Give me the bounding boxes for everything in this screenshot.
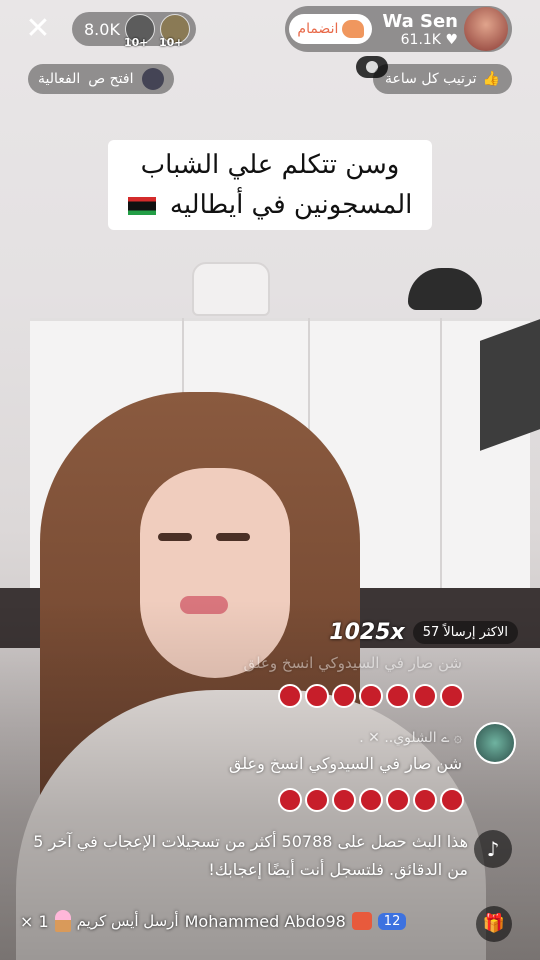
pot [192,262,270,316]
ice-cream-icon [54,910,71,932]
viewer-count: 8.0K [84,19,120,39]
gift-sender-name[interactable]: Mohammed Abdo98 [185,912,346,931]
red-circle-icon [386,788,410,812]
gift-message-bar: × 1 أرسل أيس كريم Mohammed Abdo98 12 [20,906,466,936]
host-name: Wa Sen [382,10,458,32]
heart-icon: ♥ [445,31,458,48]
red-circle-icon [278,684,302,708]
stream-caption: وسن تتكلم علي الشباب المسجونين في أيطالي… [108,140,432,230]
cabinet-seam [440,318,442,590]
red-circle-icon [359,684,383,708]
viewer-avatar[interactable]: 10+ [124,14,155,49]
caption-line: وسن تتكلم علي الشباب [140,150,400,180]
viewer-count-pill[interactable]: 8.0K 10+ 10+ [72,12,196,49]
activity-icon [141,68,164,90]
gift-multiplier: × 1 [20,911,49,931]
red-circle-icon [440,684,464,708]
top-sender-badge[interactable]: 57 الاكثر إرسالاً [412,620,518,644]
red-dots-row [278,684,464,708]
hourly-ranking[interactable]: ترتيب كل ساعة 👍 [373,64,512,94]
red-circle-icon [386,684,410,708]
join-button[interactable]: انضمام [289,14,373,44]
gift-box-icon[interactable]: 🎁 [476,906,512,942]
gift-combo: 1025x 57 الاكثر إرسالاً [329,618,518,646]
caption-text: المسجونين في أيطاليه [169,190,413,220]
red-circle-icon [413,684,437,708]
red-circle-icon [332,788,356,812]
commenter-avatar[interactable] [474,722,516,764]
streamer-eye [158,533,192,541]
red-circle-icon [440,788,464,812]
activity-label: الفعالية [38,71,81,87]
red-circle-icon [305,788,329,812]
host-likes-count: 61.1K [400,31,441,48]
viewer-avatar[interactable]: 10+ [159,14,190,49]
red-circle-icon [305,684,329,708]
hourly-rank-label: ترتيب كل ساعة [385,71,477,87]
viewer-badge: 10+ [158,36,184,49]
gift-combo-count: 1025x [329,619,405,645]
host-names: Wa Sen 61.1K ♥ [382,11,458,48]
hearts-icon [342,20,365,38]
red-circle-icon [332,684,356,708]
red-circle-icon [278,788,302,812]
thumb-icon: 👍 [482,71,500,87]
viewer-badge: 10+ [123,36,149,49]
chat-message: شن صار في السيدوكي انسخ وعلق [243,654,462,672]
heart-badge-icon [351,912,372,930]
caption-line: المسجونين في أيطاليه [108,185,432,225]
top-sender-label: الاكثر إرسالاً [443,624,508,640]
close-icon[interactable]: ✕ [24,14,52,44]
red-dots-row [278,788,464,812]
range-hood [480,319,540,451]
tiktok-icon[interactable]: ♪ [474,830,512,868]
join-label: انضمام [297,21,339,37]
open-label: افتح ص [88,71,134,87]
host-avatar[interactable] [464,7,508,51]
host-likes: 61.1K ♥ [382,32,458,48]
libya-flag-icon [127,197,156,215]
gift-message: أرسل أيس كريم [76,912,179,930]
top-sender-number: 57 [422,624,440,640]
host-info[interactable]: انضمام Wa Sen 61.1K ♥ [285,6,512,52]
chat-username[interactable]: ۞ ے الشلوي.. ✕ . [359,730,462,746]
like-notice: هذا البث حصل على 50788 أكثر من تسجيلات ا… [33,832,468,879]
level-badge: 12 [377,912,407,930]
red-circle-icon [359,788,383,812]
chat-message: شن صار في السيدوكي انسخ وعلق [228,754,462,773]
streamer-eye [216,533,250,541]
red-circle-icon [413,788,437,812]
activity-pill[interactable]: الفعالية افتح ص [28,64,174,94]
